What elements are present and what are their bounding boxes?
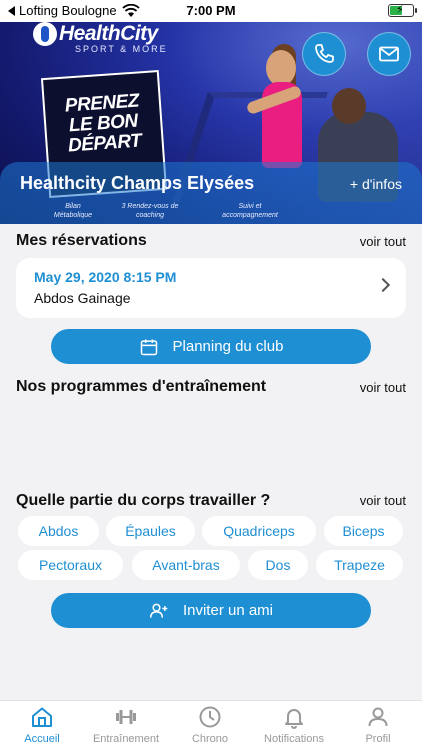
add-user-icon — [149, 603, 168, 618]
tab-label: Notifications — [264, 733, 324, 745]
invite-friend-button[interactable]: Inviter un ami — [51, 593, 371, 628]
club-planning-button[interactable]: Planning du club — [51, 329, 371, 364]
promo-caption: 3 Rendez-vous de coaching — [121, 203, 179, 219]
chip-trapeze[interactable]: Trapeze — [316, 550, 403, 580]
invite-friend-label: Inviter un ami — [182, 602, 274, 619]
calendar-icon — [140, 339, 157, 355]
chip-avant-bras[interactable]: Avant-bras — [132, 550, 240, 580]
tab-chrono[interactable]: Chrono — [168, 701, 252, 750]
tab-label: Accueil — [24, 733, 60, 745]
chip-quadriceps[interactable]: Quadriceps — [202, 516, 316, 546]
status-time: 7:00 PM — [186, 3, 236, 18]
chip-biceps[interactable]: Biceps — [324, 516, 403, 546]
programs-see-all[interactable]: voir tout — [360, 380, 406, 395]
mail-icon — [379, 46, 399, 62]
promo-caption: Suivi et accompagnement — [222, 203, 278, 219]
promo-caption: Bilan Métabolique — [53, 203, 93, 219]
status-bar: Lofting Boulogne 7:00 PM ⚡ — [0, 0, 422, 22]
bell-icon — [285, 709, 303, 729]
tab-bar: Accueil Entraînement Chrono Notification… — [0, 700, 422, 750]
chip-abdos[interactable]: Abdos — [18, 516, 99, 546]
tab-notifications[interactable]: Notifications — [252, 701, 336, 750]
programs-title: Nos programmes d'entraînement — [16, 378, 267, 395]
email-button[interactable] — [367, 32, 411, 76]
home-icon — [32, 707, 52, 727]
chip-epaules[interactable]: Épaules — [106, 516, 195, 546]
clock-icon — [199, 706, 221, 728]
reservation-class-name: Abdos Gainage — [34, 290, 131, 306]
healthcity-logo: HealthCity SPORT & MORE — [33, 22, 183, 62]
logo-mark-icon — [33, 22, 57, 46]
tab-label: Entraînement — [92, 733, 160, 745]
chip-pectoraux[interactable]: Pectoraux — [18, 550, 123, 580]
club-planning-label: Planning du club — [172, 338, 284, 355]
club-hero-banner[interactable]: HealthCity SPORT & MORE PRENEZ LE BON DÉ… — [0, 22, 422, 224]
person-icon — [368, 707, 388, 727]
chip-dos[interactable]: Dos — [248, 550, 308, 580]
tab-label: Profil — [365, 733, 391, 745]
more-info-link[interactable]: + d'infos — [350, 176, 402, 192]
battery-icon: ⚡ — [388, 4, 417, 17]
logo-name: HealthCity — [59, 22, 158, 45]
body-parts-title: Quelle partie du corps travailler ? — [16, 492, 271, 509]
logo-tagline: SPORT & MORE — [75, 44, 168, 54]
tab-label: Chrono — [191, 733, 229, 745]
phone-icon — [315, 44, 334, 63]
call-button[interactable] — [302, 32, 346, 76]
reservation-date: May 29, 2020 8:15 PM — [34, 269, 177, 285]
club-name: Healthcity Champs Elysées — [20, 173, 255, 193]
reservations-see-all[interactable]: voir tout — [360, 234, 406, 249]
reservations-title: Mes réservations — [16, 232, 147, 249]
tab-accueil[interactable]: Accueil — [0, 701, 84, 750]
dumbbell-icon — [116, 710, 136, 724]
tab-profil[interactable]: Profil — [336, 701, 420, 750]
chevron-right-icon — [375, 277, 391, 293]
tab-entrainement[interactable]: Entraînement — [84, 701, 168, 750]
body-parts-see-all[interactable]: voir tout — [360, 493, 406, 508]
reservation-card[interactable]: May 29, 2020 8:15 PM Abdos Gainage — [16, 258, 406, 318]
